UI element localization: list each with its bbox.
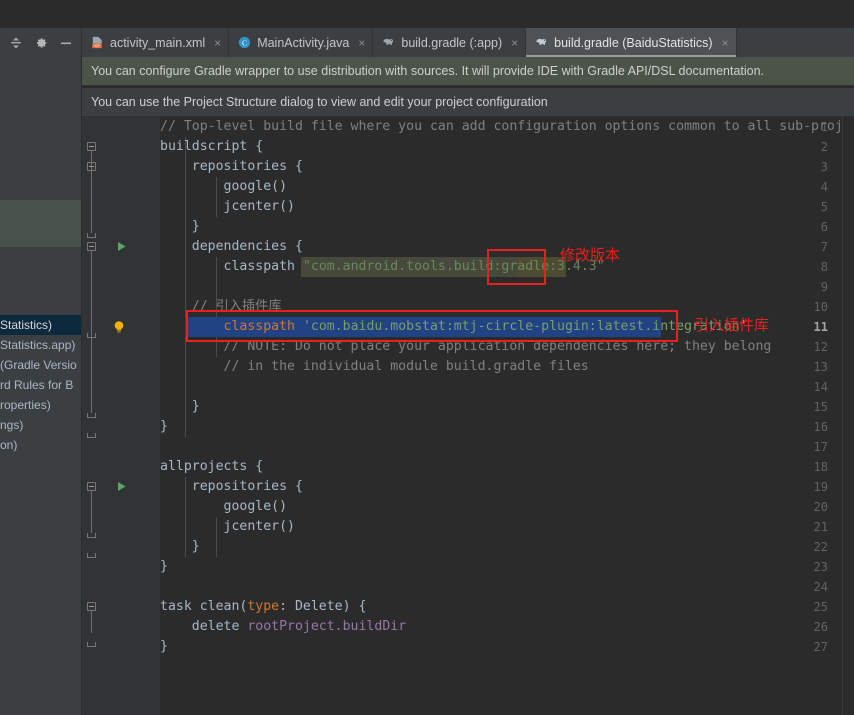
code-editor[interactable]: 1 2 3 4 5 6 7 8 9 10 11 12 13 14 15 16 1… bbox=[82, 117, 854, 715]
highlighted-tree-block bbox=[0, 200, 81, 247]
run-gradle-task-icon[interactable] bbox=[116, 477, 128, 497]
annotation-label-version: 修改版本 bbox=[560, 246, 621, 264]
tree-item[interactable]: roperties) bbox=[0, 395, 81, 415]
fold-marker[interactable] bbox=[87, 242, 96, 251]
notification-text: You can configure Gradle wrapper to use … bbox=[91, 64, 765, 78]
tool-window-buttons bbox=[0, 28, 82, 57]
fold-region-line bbox=[91, 611, 92, 633]
code-line: jcenter() bbox=[160, 519, 295, 534]
svg-text:<>: <> bbox=[94, 44, 100, 49]
close-icon[interactable]: × bbox=[214, 37, 221, 49]
code-line: // Top-level build file where you can ad… bbox=[160, 119, 854, 134]
code-line: repositories { bbox=[160, 159, 303, 174]
annotation-label-plugin: 引入插件库 bbox=[694, 316, 770, 334]
project-tree: Statistics) Statistics.app) (Gradle Vers… bbox=[0, 315, 81, 455]
code-line: jcenter() bbox=[160, 199, 295, 214]
tab-mainactivity-java[interactable]: C MainActivity.java × bbox=[229, 28, 374, 57]
gear-icon[interactable] bbox=[32, 34, 50, 52]
project-tool-window: Statistics) Statistics.app) (Gradle Vers… bbox=[0, 57, 82, 715]
fold-region-line bbox=[91, 491, 92, 533]
close-icon[interactable]: × bbox=[511, 37, 518, 49]
tree-item[interactable]: ngs) bbox=[0, 415, 81, 435]
code-line-classpath-gradle: classpath "com.android.tools.build:gradl… bbox=[223, 259, 605, 274]
fold-end-marker[interactable] bbox=[87, 233, 96, 238]
project-structure-notification[interactable]: You can use the Project Structure dialog… bbox=[82, 88, 854, 117]
code-line: allprojects { bbox=[160, 459, 264, 474]
tab-build-gradle-app[interactable]: build.gradle (:app) × bbox=[373, 28, 527, 57]
fold-end-marker[interactable] bbox=[87, 533, 96, 538]
code-line-comment-cn: // 引入插件库 bbox=[160, 299, 282, 314]
fold-end-marker[interactable] bbox=[87, 553, 96, 558]
run-gradle-task-icon[interactable] bbox=[116, 237, 128, 257]
code-line: } bbox=[160, 419, 168, 434]
fold-marker[interactable] bbox=[87, 162, 96, 171]
tab-label: build.gradle (:app) bbox=[401, 35, 503, 50]
code-folding-strip bbox=[138, 117, 160, 715]
tree-item[interactable]: rd Rules for B bbox=[0, 375, 81, 395]
editor-tab-bar: <> activity_main.xml × C MainActivity.ja… bbox=[0, 28, 854, 57]
tab-label: build.gradle (BaiduStatistics) bbox=[554, 35, 713, 50]
notification-text: You can use the Project Structure dialog… bbox=[91, 95, 548, 109]
close-icon[interactable]: × bbox=[358, 37, 365, 49]
code-text-area[interactable]: // Top-level build file where you can ad… bbox=[160, 117, 854, 715]
gradle-wrapper-notification[interactable]: You can configure Gradle wrapper to use … bbox=[82, 57, 854, 86]
code-line: repositories { bbox=[160, 479, 303, 494]
intention-bulb-icon[interactable] bbox=[112, 317, 128, 337]
code-line: } bbox=[160, 399, 200, 414]
code-line: // in the individual module build.gradle… bbox=[160, 359, 589, 374]
java-class-icon: C bbox=[237, 35, 252, 50]
editor-scrollbar[interactable] bbox=[842, 117, 854, 715]
fold-end-marker[interactable] bbox=[87, 433, 96, 438]
tree-item[interactable]: Statistics) bbox=[0, 315, 81, 335]
collapse-all-icon[interactable] bbox=[7, 34, 25, 52]
close-icon[interactable]: × bbox=[722, 37, 729, 49]
code-line: google() bbox=[160, 499, 288, 514]
code-line: google() bbox=[160, 179, 288, 194]
code-line: } bbox=[160, 539, 200, 554]
fold-end-marker[interactable] bbox=[87, 413, 96, 418]
code-line: // NOTE: Do not place your application d… bbox=[160, 339, 772, 354]
code-line: buildscript { bbox=[160, 139, 264, 154]
tree-item[interactable]: (Gradle Versio bbox=[0, 355, 81, 375]
code-line: dependencies { bbox=[160, 239, 303, 254]
tab-activity-main-xml[interactable]: <> activity_main.xml × bbox=[82, 28, 230, 57]
code-line: } bbox=[160, 559, 168, 574]
tab-label: activity_main.xml bbox=[110, 35, 206, 50]
gradle-elephant-icon bbox=[534, 35, 549, 50]
fold-marker[interactable] bbox=[87, 602, 96, 611]
svg-text:C: C bbox=[242, 38, 247, 47]
open-file-tabs: <> activity_main.xml × C MainActivity.ja… bbox=[82, 28, 737, 57]
gradle-elephant-icon bbox=[381, 35, 396, 50]
android-xml-layout-icon: <> bbox=[90, 35, 105, 50]
fold-region-line bbox=[91, 251, 92, 413]
code-line-delete: delete rootProject.buildDir bbox=[160, 619, 407, 634]
fold-end-marker[interactable] bbox=[87, 333, 96, 338]
code-line: } bbox=[160, 219, 200, 234]
code-line: } bbox=[160, 639, 168, 654]
fold-end-marker[interactable] bbox=[87, 642, 96, 647]
code-line-classpath-baidu: classpath 'com.baidu.mobstat:mtj-circle-… bbox=[223, 319, 748, 334]
tab-build-gradle-baidustatistics[interactable]: build.gradle (BaiduStatistics) × bbox=[526, 28, 737, 57]
fold-marker[interactable] bbox=[87, 142, 96, 151]
tree-item[interactable]: Statistics.app) bbox=[0, 335, 81, 355]
minimize-icon[interactable] bbox=[57, 34, 75, 52]
ide-window: <> activity_main.xml × C MainActivity.ja… bbox=[0, 0, 854, 715]
tab-label: MainActivity.java bbox=[257, 35, 350, 50]
fold-marker[interactable] bbox=[87, 482, 96, 491]
tree-item[interactable]: on) bbox=[0, 435, 81, 455]
code-line-task-clean: task clean(type: Delete) { bbox=[160, 599, 367, 614]
